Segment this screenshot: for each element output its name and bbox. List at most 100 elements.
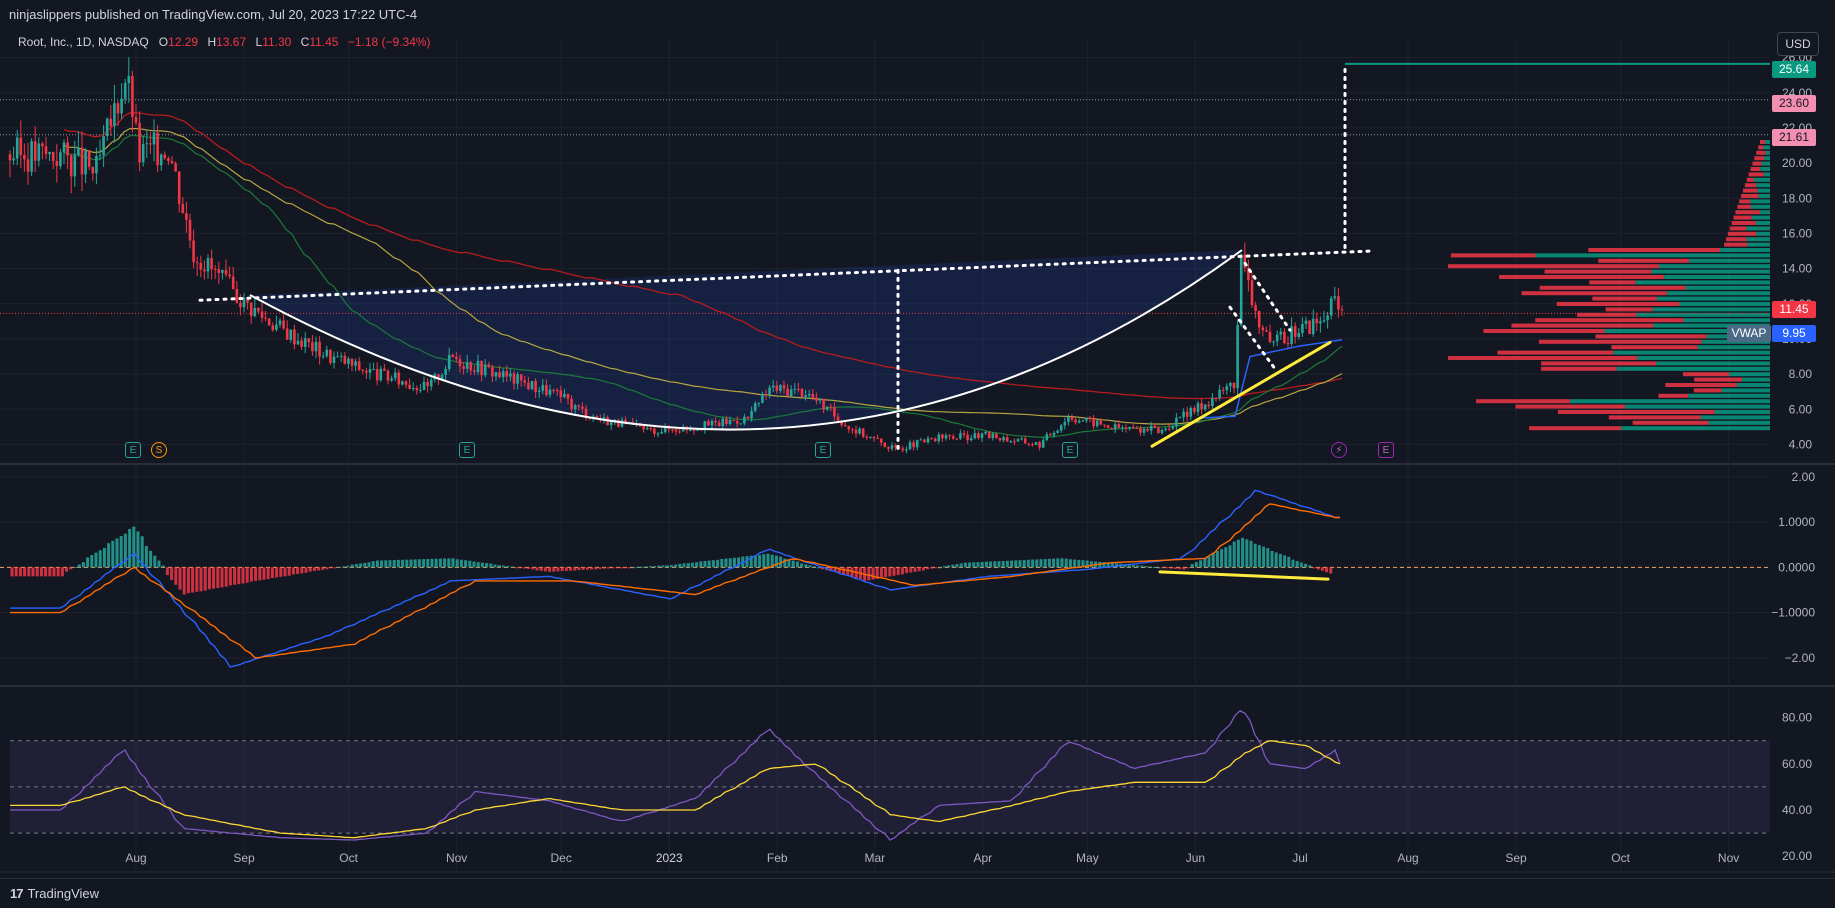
candle-body: [33, 141, 37, 161]
macd-histogram-bar: [1304, 563, 1308, 568]
volume-profile-bar: [1541, 366, 1617, 371]
candle-body: [213, 269, 217, 271]
earnings-event-icon[interactable]: E: [125, 442, 141, 458]
candle-body: [37, 143, 41, 161]
candle-body: [1063, 422, 1067, 426]
upcoming-earnings-icon[interactable]: E: [1378, 442, 1394, 458]
macd-histogram-bar: [951, 564, 955, 568]
candle-body: [1214, 397, 1218, 399]
candle-body: [1254, 305, 1257, 312]
candle-body: [465, 362, 469, 369]
volume-profile-bar: [1758, 194, 1770, 198]
currency-button[interactable]: USD: [1777, 32, 1819, 56]
candle-body: [1308, 320, 1311, 335]
candle-body: [1185, 411, 1189, 417]
candle-body: [167, 158, 170, 161]
volume-profile-bar: [1447, 264, 1660, 269]
macd-histogram-bar: [86, 557, 90, 568]
volume-profile-bar: [1731, 221, 1756, 225]
tradingview-brand[interactable]: 17 TradingView: [10, 886, 99, 901]
candle-body: [959, 433, 962, 439]
x-tick-label: Aug: [1397, 851, 1418, 865]
earnings-event-icon[interactable]: E: [815, 442, 831, 458]
macd-histogram-bar: [1131, 565, 1135, 568]
macd-histogram-bar: [384, 560, 388, 568]
macd-histogram-bar: [812, 566, 816, 568]
candle-body: [1293, 326, 1297, 337]
candle-body: [1329, 298, 1333, 316]
candle-body: [1301, 323, 1304, 333]
macd-histogram-bar: [682, 563, 686, 568]
macd-histogram-bar: [808, 565, 812, 568]
macd-histogram-bar: [1157, 567, 1161, 569]
earnings-event-icon[interactable]: E: [1062, 442, 1078, 458]
vwap-label: VWAP: [1727, 325, 1771, 342]
macd-histogram-bar: [758, 554, 762, 568]
candle-body: [257, 307, 260, 312]
candle-body: [941, 434, 944, 439]
price-tag-resistance-2: 21.61: [1772, 129, 1816, 146]
macd-histogram-bar: [930, 567, 934, 569]
candle-body: [1081, 420, 1085, 422]
candle-body: [1056, 430, 1059, 433]
candle-body: [951, 436, 955, 439]
candle-body: [710, 420, 714, 426]
candle-body: [1139, 428, 1142, 433]
candle-body: [404, 381, 408, 385]
candle-body: [487, 364, 491, 368]
candle-body: [426, 381, 429, 387]
macd-histogram-bar: [203, 567, 207, 591]
candle-body: [66, 142, 69, 156]
candle-body: [642, 426, 645, 430]
candle-body: [368, 369, 372, 373]
candle-body: [865, 436, 869, 438]
macd-histogram-bar: [795, 561, 799, 568]
macd-histogram-bar: [1043, 559, 1047, 568]
macd-divergence-line: [1158, 570, 1330, 581]
macd-histogram-bar: [195, 567, 199, 592]
candle-body: [19, 137, 23, 155]
candle-body: [260, 311, 264, 318]
volume-profile-bar: [1752, 161, 1762, 166]
candle-body: [1178, 417, 1182, 419]
earnings-event-icon[interactable]: E: [459, 442, 475, 458]
macd-histogram-bar: [1169, 567, 1173, 569]
candle-body: [707, 421, 710, 426]
candle-body: [815, 397, 818, 401]
volume-profile-bar: [1666, 291, 1770, 296]
lightning-event-icon[interactable]: ⚡: [1331, 442, 1347, 458]
volume-profile-bar: [1589, 280, 1636, 285]
macd-histogram-bar: [968, 562, 972, 568]
candle-body: [163, 154, 167, 159]
candle-body: [314, 341, 318, 352]
macd-histogram-bar: [728, 558, 732, 568]
candle-body: [1203, 404, 1207, 410]
macd-histogram-bar: [136, 531, 140, 568]
chart-canvas[interactable]: Aug Sep Oct Nov Dec 2023 Feb Mar Apr May Jun Jul Aug…: [0, 28, 1835, 878]
candle-body: [419, 389, 422, 391]
macd-histogram-bar: [409, 559, 413, 568]
macd-histogram-bar: [1165, 567, 1169, 569]
candle-body: [555, 390, 559, 392]
candle-body: [307, 338, 311, 343]
volume-profile-bar: [1721, 388, 1770, 393]
macd-histogram-bar: [636, 566, 640, 568]
split-event-icon[interactable]: S: [151, 442, 167, 458]
macd-histogram-bar: [199, 567, 203, 592]
volume-profile-bar: [1729, 372, 1770, 377]
macd-histogram-bar: [1232, 541, 1236, 568]
volume-profile-bar: [1558, 410, 1715, 414]
macd-histogram-bar: [56, 567, 60, 577]
candle-body: [836, 416, 840, 421]
volume-profile-bar: [1588, 248, 1721, 252]
macd-histogram-bar: [359, 563, 363, 568]
volume-profile-bar: [1751, 204, 1770, 209]
candle-body: [1171, 426, 1175, 429]
macd-histogram-bar: [1073, 559, 1077, 568]
high-label: H: [207, 35, 217, 49]
candle-body: [422, 381, 426, 390]
candle-body: [152, 132, 156, 145]
candle-body: [523, 380, 527, 383]
macd-histogram-bar: [1274, 552, 1278, 568]
x-tick-label: Oct: [339, 851, 358, 865]
